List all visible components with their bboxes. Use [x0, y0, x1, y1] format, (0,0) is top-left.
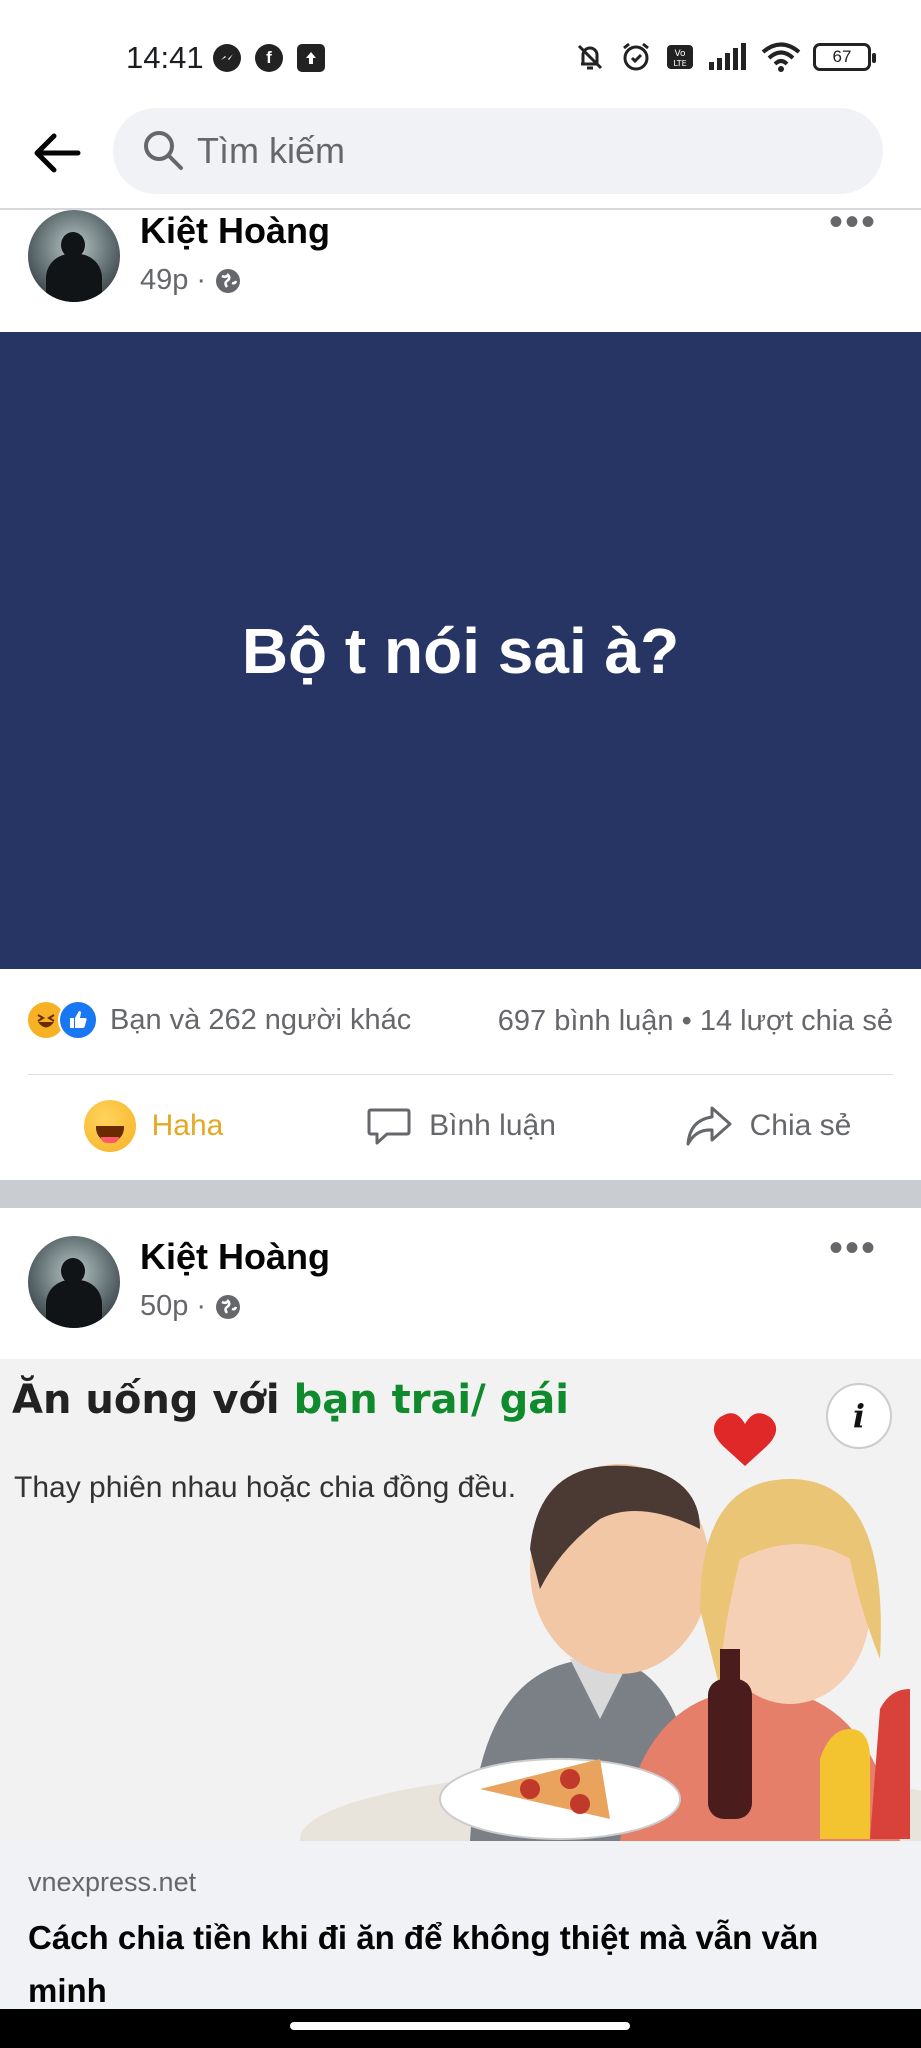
- text-post-body: Bộ t nói sai à?: [0, 332, 921, 969]
- haha-button[interactable]: Haha: [0, 1090, 307, 1162]
- svg-text:LTE: LTE: [673, 59, 686, 68]
- haha-icon: [83, 1100, 136, 1152]
- share-button[interactable]: Chia sẻ: [614, 1090, 921, 1162]
- search-header: Tìm kiếm: [0, 100, 921, 210]
- haha-label: Haha: [151, 1109, 224, 1142]
- search-icon: [144, 131, 183, 170]
- comment-icon: [367, 1108, 411, 1145]
- post-stats: 697 bình luận • 14 lượt chia sẻ: [498, 1005, 893, 1038]
- home-gesture-bar[interactable]: [290, 2022, 630, 2030]
- post-separator: [0, 1180, 921, 1208]
- post-options-icon[interactable]: •••: [829, 200, 877, 245]
- back-arrow-icon[interactable]: [28, 124, 86, 182]
- post-meta: 49p ·: [140, 264, 242, 297]
- post-options-icon[interactable]: •••: [829, 1226, 877, 1271]
- link-info[interactable]: vnexpress.net Cách chia tiền khi đi ăn đ…: [0, 1841, 921, 2009]
- post-actions: Haha Bình luận Chia sẻ: [0, 1090, 921, 1162]
- share-label: Chia sẻ: [749, 1109, 852, 1142]
- meta-separator: ·: [196, 264, 207, 296]
- avatar[interactable]: [28, 210, 120, 302]
- wifi-icon: [761, 42, 801, 72]
- stats-separator: •: [681, 1005, 692, 1037]
- globe-icon: [216, 1294, 241, 1319]
- battery-icon: 67: [813, 43, 876, 71]
- reactions-text: Bạn và 262 người khác: [110, 1003, 412, 1036]
- post-time[interactable]: 49p: [140, 264, 188, 297]
- volte-icon: VoLTE: [667, 45, 693, 69]
- link-headline: Cách chia tiền khi đi ăn để không thiệt …: [28, 1919, 819, 2009]
- post-author[interactable]: Kiệt Hoàng: [140, 1236, 330, 1278]
- svg-text:Vo: Vo: [675, 49, 686, 59]
- globe-icon: [216, 268, 241, 293]
- divider: [28, 1074, 893, 1075]
- post-author[interactable]: Kiệt Hoàng: [140, 210, 330, 252]
- alarm-icon: [623, 42, 649, 71]
- avatar[interactable]: [28, 1236, 120, 1328]
- status-bar: 14:41 f Vo LTE 67: [0, 0, 921, 100]
- search-placeholder: Tìm kiếm: [197, 130, 345, 171]
- post-text: Bộ t nói sai à?: [241, 614, 680, 687]
- link-preview-image[interactable]: Ăn uống với bạn trai/ gái Thay phiên nha…: [0, 1359, 921, 1841]
- post-meta: 50p ·: [140, 1290, 242, 1323]
- comment-label: Bình luận: [429, 1109, 556, 1142]
- facebook-icon: f: [255, 44, 283, 72]
- messenger-icon: [213, 44, 241, 72]
- comments-count[interactable]: 697 bình luận: [498, 1005, 674, 1037]
- link-domain: vnexpress.net: [28, 1867, 197, 1897]
- couple-illustration: [300, 1413, 921, 1841]
- signal-icon: [709, 43, 746, 70]
- shares-count[interactable]: 14 lượt chia sẻ: [700, 1005, 893, 1037]
- share-icon: [686, 1106, 732, 1146]
- search-input[interactable]: Tìm kiếm: [113, 108, 883, 194]
- meta-separator: ·: [196, 1290, 207, 1322]
- post-time[interactable]: 50p: [140, 1290, 188, 1323]
- status-time: 14:41: [126, 40, 204, 75]
- comment-button[interactable]: Bình luận: [307, 1090, 614, 1162]
- reactions-summary[interactable]: Bạn và 262 người khác: [26, 1000, 411, 1040]
- bell-off-icon: [577, 44, 603, 70]
- system-nav-bar: [0, 2009, 921, 2048]
- like-reaction-icon: [58, 1000, 98, 1040]
- upload-icon: [297, 44, 325, 72]
